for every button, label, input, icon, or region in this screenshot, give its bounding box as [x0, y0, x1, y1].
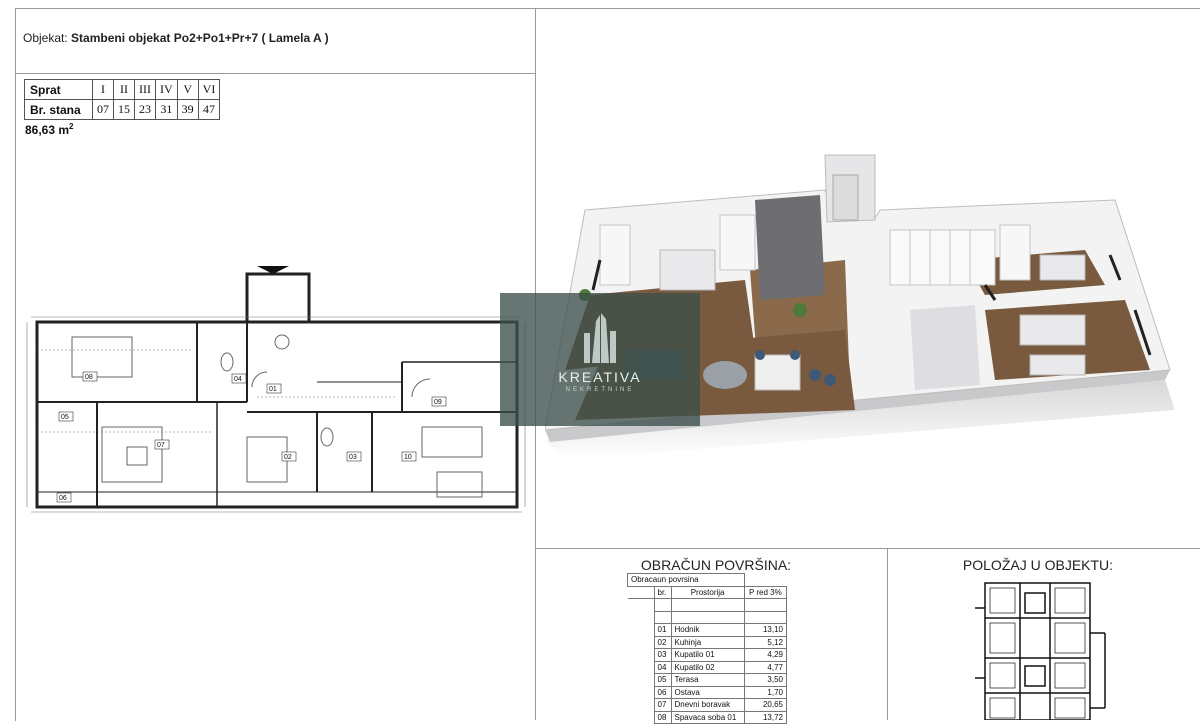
area-table-row: 05 Terasa 3,50	[628, 673, 788, 687]
area-table-col-area: P red 3%	[743, 585, 788, 599]
area-row-no: 01	[653, 623, 672, 637]
area-table-row: 03 Kupatilo 01 4,29	[628, 648, 788, 662]
area-table-row: 04 Kupatilo 02 4,77	[628, 660, 788, 674]
floor-cell: IV	[155, 79, 178, 100]
apartments-row-label: Br. stana	[24, 99, 93, 120]
area-row-room: Dnevni boravak	[670, 698, 745, 712]
area-row-no: 04	[653, 660, 672, 674]
area-row-value: 4,77	[743, 660, 788, 674]
watermark-subtitle: NEKRETNINE	[565, 387, 635, 393]
floors-row-label: Sprat	[24, 79, 93, 100]
floor-cell: VI	[197, 79, 221, 100]
area-table-row: 01 Hodnik 13,10	[628, 623, 788, 637]
area-table-caption-row: Obracaun povrsina	[627, 573, 787, 587]
room-tag-06: 06	[59, 495, 67, 502]
area-row-value: 1,70	[743, 685, 788, 699]
area-row-no: 05	[653, 673, 672, 687]
floor-cell: V	[176, 79, 199, 100]
area-table-row: 07 Dnevni boravak 20,65	[628, 698, 788, 712]
object-title: Objekat: Stambeni objekat Po2+Po1+Pr+7 (…	[23, 31, 329, 45]
area-row-room: Terasa	[670, 673, 745, 687]
area-row-room: Kuhinja	[670, 635, 745, 649]
area-row-room: Spavaca soba 01	[670, 710, 745, 724]
apartment-area-value: 86,63 m	[25, 123, 70, 137]
apartment-cell: 31	[155, 99, 178, 120]
floors-table: Sprat I II III IV V VI Br. stana 07 15 2…	[24, 79, 221, 120]
divider-bottom-middle	[887, 548, 888, 720]
room-tag-05: 05	[61, 414, 69, 421]
area-calc-title: OBRAČUN POVRŠINA:	[640, 557, 792, 573]
floor-cell: III	[134, 79, 156, 100]
room-tag-08: 08	[85, 374, 93, 381]
apartment-cell: 15	[113, 99, 135, 120]
area-row-value: 20,65	[743, 698, 788, 712]
area-row-value: 3,50	[743, 673, 788, 687]
floor-cell: II	[113, 79, 135, 100]
apartment-area: 86,63 m2	[25, 122, 74, 137]
area-row-room: Hodnik	[670, 623, 745, 637]
area-row-value: 13,10	[743, 623, 788, 637]
apartment-cell: 39	[176, 99, 199, 120]
floor-plan-drawing: 01 02 03 04 05 06 07 08 09 10	[26, 266, 526, 513]
area-table-blank-cell	[627, 586, 655, 599]
floor-cell: I	[92, 79, 114, 100]
area-table-col-no: br.	[653, 585, 672, 599]
watermark-brand: KREATIVA	[558, 369, 642, 385]
area-row-no: 02	[653, 635, 672, 649]
apartment-area-unit: 2	[69, 122, 74, 131]
apartments-row: Br. stana 07 15 23 31 39 47	[24, 99, 221, 120]
area-table-col-room: Prostorija	[670, 585, 745, 599]
room-tag-03: 03	[349, 454, 357, 461]
apartment-cell: 47	[197, 99, 221, 120]
area-table-header-row: br. Prostorija P red 3%	[627, 585, 788, 599]
area-table-row: 08 Spavaca soba 01 13,72	[628, 710, 788, 724]
apartment-cell: 07	[92, 99, 114, 120]
area-row-room: Kupatilo 01	[670, 648, 745, 662]
room-tag-01: 01	[269, 386, 277, 393]
area-table-row: 02 Kuhinja 5,12	[628, 635, 788, 649]
divider-title-row	[15, 73, 536, 74]
area-calc-table: Obracaun povrsina br. Prostorija P red 3…	[627, 573, 788, 724]
area-table-caption: Obracaun povrsina	[627, 573, 745, 587]
area-row-no: 08	[653, 710, 672, 724]
object-prefix: Objekat:	[23, 31, 68, 45]
floors-row: Sprat I II III IV V VI	[24, 79, 221, 100]
area-table-spacer-row	[628, 598, 788, 612]
room-tag-02: 02	[284, 454, 292, 461]
area-row-room: Kupatilo 02	[670, 660, 745, 674]
room-tag-04: 04	[234, 376, 242, 383]
building-position-plan	[975, 582, 1106, 720]
apartment-cell: 23	[134, 99, 156, 120]
building-logo-icon	[584, 313, 616, 363]
area-row-value: 13,72	[743, 710, 788, 724]
object-name: Stambeni objekat Po2+Po1+Pr+7 ( Lamela A…	[71, 31, 329, 45]
area-row-room: Ostava	[670, 685, 745, 699]
kreativa-watermark: KREATIVA NEKRETNINE	[500, 293, 700, 426]
area-row-no: 03	[653, 648, 672, 662]
room-tag-10: 10	[404, 454, 412, 461]
room-tag-09: 09	[434, 399, 442, 406]
area-row-value: 4,29	[743, 648, 788, 662]
area-table-row: 06 Ostava 1,70	[628, 685, 788, 699]
area-row-no: 07	[653, 698, 672, 712]
area-row-no: 06	[653, 685, 672, 699]
position-title: POLOŽAJ U OBJEKTU:	[962, 557, 1114, 573]
area-table-spacer-row	[628, 610, 788, 624]
divider-bottom-right	[535, 548, 1200, 549]
room-tag-07: 07	[157, 442, 165, 449]
area-row-value: 5,12	[743, 635, 788, 649]
